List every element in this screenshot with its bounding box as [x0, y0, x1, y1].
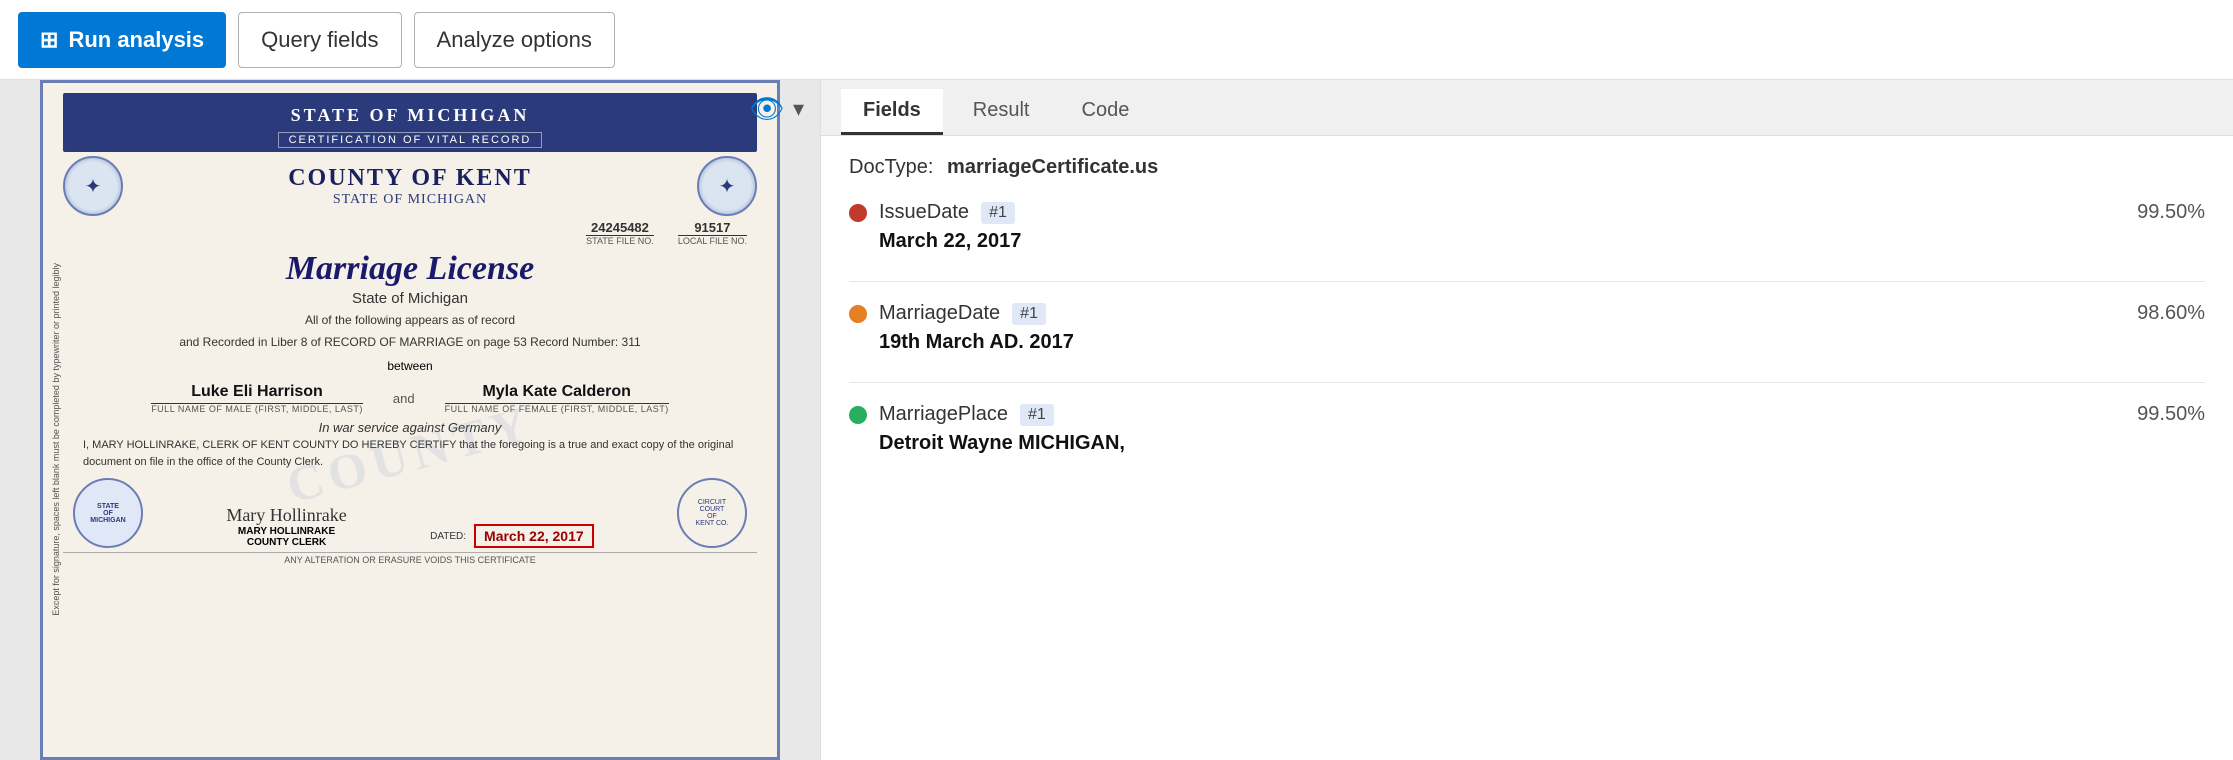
results-tabs: Fields Result Code [821, 80, 2233, 136]
cert-and-text: and [393, 391, 415, 406]
cert-footer-text: ANY ALTERATION OR ERASURE VOIDS THIS CER… [63, 552, 757, 565]
cert-date-block: DATED: March 22, 2017 [430, 524, 594, 548]
cert-sig-title2: COUNTY CLERK [226, 537, 346, 548]
cert-between-label: between [387, 359, 432, 373]
cert-sig-name: Mary Hollinrake [226, 505, 346, 526]
cert-local-file-val: 91517 [678, 220, 747, 236]
tab-code[interactable]: Code [1060, 89, 1152, 135]
field-header-issuedate: IssueDate #1 99.50% [849, 201, 2205, 224]
field-name-marriagedate: MarriageDate [879, 302, 1000, 325]
cert-seal-left: STATEOFMICHIGAN [73, 478, 143, 548]
cert-header: STATE OF MICHIGAN CERTIFICATION OF VITAL… [63, 93, 757, 152]
cert-name-male-block: Luke Eli Harrison FULL NAME OF MALE (FIR… [151, 383, 363, 414]
field-confidence-marriageplace: 99.50% [2137, 403, 2205, 426]
field-confidence-issuedate: 99.50% [2137, 201, 2205, 224]
chevron-down-icon[interactable]: ▾ [793, 96, 804, 122]
cert-subtitle: CERTIFICATION OF VITAL RECORD [278, 132, 543, 148]
cert-left-note: Except for signature, spaces left blank … [51, 263, 65, 616]
doctype-prefix: DocType: [849, 156, 933, 178]
cert-ornament-row: ✦ COUNTY OF KENT STATE OF MICHIGAN ✦ [63, 156, 757, 216]
query-fields-label: Query fields [261, 27, 378, 52]
run-analysis-button[interactable]: ⊞ Run analysis [18, 12, 226, 68]
field-value-issuedate: March 22, 2017 [849, 230, 2205, 253]
tab-code-label: Code [1082, 99, 1130, 121]
field-left-marriagedate: MarriageDate #1 [849, 302, 1046, 325]
cert-state-name: State of Michigan [352, 290, 468, 307]
field-item-marriageplace: MarriagePlace #1 99.50% Detroit Wayne MI… [849, 403, 2205, 455]
tab-fields[interactable]: Fields [841, 89, 943, 135]
cert-recorded-line: and Recorded in Liber 8 of RECORD OF MAR… [83, 333, 737, 351]
certificate-document: Except for signature, spaces left blank … [40, 80, 780, 760]
cert-county-title: COUNTY OF KENT [133, 165, 687, 192]
toolbar: ⊞ Run analysis Query fields Analyze opti… [0, 0, 2233, 80]
cert-certify-text: I, MARY HOLLINRAKE, CLERK OF KENT COUNTY… [63, 437, 757, 470]
tab-result[interactable]: Result [951, 89, 1052, 135]
field-badge-issuedate: #1 [981, 202, 1015, 224]
main-area: 👁 ▾ Except for signature, spaces left bl… [0, 80, 2233, 760]
run-icon: ⊞ [40, 27, 58, 53]
field-dot-marriageplace [849, 406, 867, 424]
field-header-marriagedate: MarriageDate #1 98.60% [849, 302, 2205, 325]
field-confidence-marriagedate: 98.60% [2137, 302, 2205, 325]
cert-bottom-row: STATEOFMICHIGAN Mary Hollinrake MARY HOL… [63, 474, 757, 548]
run-analysis-label: Run analysis [68, 27, 204, 53]
cert-sig-title1: MARY HOLLINRAKE [226, 526, 346, 537]
field-header-marriageplace: MarriagePlace #1 99.50% [849, 403, 2205, 426]
doctype-value: marriageCertificate.us [947, 156, 1158, 178]
field-separator-1 [849, 281, 2205, 282]
cert-date-value: March 22, 2017 [474, 524, 594, 548]
cert-body-line1: All of the following appears as of recor… [83, 311, 737, 329]
cert-name-female-block: Myla Kate Calderon FULL NAME OF FEMALE (… [445, 383, 669, 414]
cert-date-label: DATED: [430, 531, 466, 542]
field-item-marriagedate: MarriageDate #1 98.60% 19th March AD. 20… [849, 302, 2205, 354]
field-value-marriageplace: Detroit Wayne MICHIGAN, [849, 432, 2205, 455]
cert-body-text: All of the following appears as of recor… [63, 311, 757, 355]
field-badge-marriageplace: #1 [1020, 404, 1054, 426]
field-separator-2 [849, 382, 2205, 383]
field-left-marriageplace: MarriagePlace #1 [849, 403, 1054, 426]
cert-signature-block: Mary Hollinrake MARY HOLLINRAKE COUNTY C… [226, 505, 346, 548]
cert-state-file-block: 24245482 STATE FILE NO. [586, 220, 654, 246]
visibility-toggle-icon[interactable]: 👁 [749, 92, 785, 125]
field-name-marriageplace: MarriagePlace [879, 403, 1008, 426]
cert-ornament-right: ✦ [697, 156, 757, 216]
analyze-options-button[interactable]: Analyze options [414, 12, 615, 68]
cert-local-file-block: 91517 LOCAL FILE NO. [678, 220, 747, 246]
tab-fields-label: Fields [863, 99, 921, 121]
analyze-options-label: Analyze options [437, 27, 592, 52]
cert-state-file-val: 24245482 [586, 220, 654, 236]
field-item-issuedate: IssueDate #1 99.50% March 22, 2017 [849, 201, 2205, 253]
cert-names-row: Luke Eli Harrison FULL NAME OF MALE (FIR… [63, 383, 757, 414]
field-dot-issuedate [849, 204, 867, 222]
results-panel: Fields Result Code DocType: marriageCert… [820, 80, 2233, 760]
tab-result-label: Result [973, 99, 1030, 121]
field-value-marriagedate: 19th March AD. 2017 [849, 331, 2205, 354]
cert-name-male-label: FULL NAME OF MALE (FIRST, MIDDLE, LAST) [151, 404, 363, 414]
cert-name-female-label: FULL NAME OF FEMALE (FIRST, MIDDLE, LAST… [445, 404, 669, 414]
document-panel: 👁 ▾ Except for signature, spaces left bl… [0, 80, 820, 760]
cert-local-file-label: LOCAL FILE NO. [678, 236, 747, 246]
cert-name-male-val: Luke Eli Harrison [151, 383, 363, 404]
cert-file-numbers: 24245482 STATE FILE NO. 91517 LOCAL FILE… [63, 220, 757, 246]
query-fields-button[interactable]: Query fields [238, 12, 401, 68]
field-name-issuedate: IssueDate [879, 201, 969, 224]
cert-name-female-val: Myla Kate Calderon [445, 383, 669, 404]
cert-war-service-text: In war service against Germany [319, 418, 502, 437]
cert-ornament-left: ✦ [63, 156, 123, 216]
doctype-row: DocType: marriageCertificate.us [849, 156, 2205, 179]
document-controls: 👁 ▾ [749, 92, 804, 125]
cert-county-block: COUNTY OF KENT STATE OF MICHIGAN [123, 165, 697, 208]
cert-state-subtitle: STATE OF MICHIGAN [133, 192, 687, 208]
results-content: DocType: marriageCertificate.us IssueDat… [821, 136, 2233, 760]
cert-state-file-label: STATE FILE NO. [586, 236, 654, 246]
field-badge-marriagedate: #1 [1012, 303, 1046, 325]
field-dot-marriagedate [849, 305, 867, 323]
cert-main-title: Marriage License [286, 250, 534, 288]
cert-state-title: STATE OF MICHIGAN [63, 99, 757, 130]
cert-stamp-right: CIRCUITCOURTOFKENT CO. [677, 478, 747, 548]
field-left-issuedate: IssueDate #1 [849, 201, 1015, 224]
